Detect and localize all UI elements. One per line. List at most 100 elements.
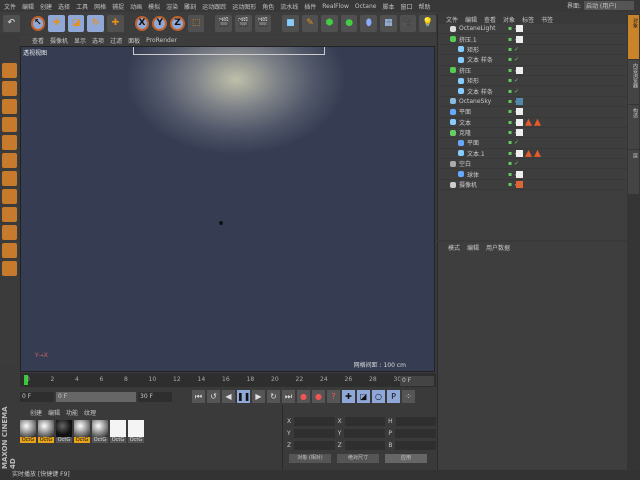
object-row[interactable]: 文本.1 ▪ ✓ xyxy=(438,149,627,160)
key-parameter-button[interactable]: P xyxy=(387,390,400,403)
apply-button[interactable]: 应用 xyxy=(385,454,427,463)
material-item[interactable]: OctG xyxy=(74,420,90,444)
warning-tag-icon[interactable] xyxy=(525,149,532,157)
menu-item[interactable]: 流水线 xyxy=(280,2,298,11)
menu-item[interactable]: 窗口 xyxy=(400,2,412,11)
range-slider[interactable]: 0 F xyxy=(56,391,136,402)
coord-field[interactable] xyxy=(395,416,436,426)
record-button[interactable]: ● xyxy=(297,390,310,403)
camera-icon[interactable]: 🎥 xyxy=(399,14,417,32)
select-tool-button[interactable]: ↖ xyxy=(30,15,46,31)
menu-item[interactable]: 文件 xyxy=(4,2,16,11)
menu-item[interactable]: 帮助 xyxy=(418,2,430,11)
viewport-menu-item[interactable]: 摄像机 xyxy=(50,36,68,45)
solo-icon[interactable] xyxy=(1,225,17,240)
interface-dropdown[interactable]: 启动 (用户) xyxy=(584,1,634,10)
material-item[interactable]: OctG xyxy=(56,420,72,444)
menu-item[interactable]: 模拟 xyxy=(148,2,160,11)
object-row[interactable]: 球体 ▪ ✓ xyxy=(438,169,627,180)
y-axis-button[interactable]: Y xyxy=(152,15,168,31)
menu-item[interactable]: 网格 xyxy=(94,2,106,11)
viewport-menu-item[interactable]: ProRender xyxy=(146,37,177,44)
coord-field[interactable] xyxy=(395,440,437,450)
floor-icon[interactable]: ▦ xyxy=(380,14,397,32)
visibility-check-icon[interactable]: ▪ ✓ xyxy=(508,77,519,84)
material-tag-icon[interactable] xyxy=(516,66,523,74)
visibility-check-icon[interactable]: ▪ ✓ xyxy=(508,88,519,95)
object-row[interactable]: 挤压.1 ▪ ✓ xyxy=(438,34,627,45)
menu-item[interactable]: 选择 xyxy=(58,2,70,11)
visibility-check-icon[interactable]: ▪ ✓ xyxy=(508,160,519,167)
viewport[interactable]: 透视视图 Y→X 网格间距 : 100 cm xyxy=(20,46,435,372)
axis-mode-icon[interactable] xyxy=(1,171,17,186)
cube-icon[interactable]: ■ xyxy=(282,14,299,32)
viewport-menu-item[interactable]: 选项 xyxy=(92,36,104,45)
keyframe-selection-button[interactable]: ? xyxy=(327,390,340,403)
material-item[interactable]: OctG xyxy=(110,420,126,444)
warning-tag-icon[interactable] xyxy=(534,118,541,126)
polygons-mode-icon[interactable] xyxy=(1,153,17,168)
coord-field[interactable] xyxy=(293,428,335,438)
material-menu-item[interactable]: 纹理 xyxy=(84,408,96,417)
viewport-menu-item[interactable]: 查看 xyxy=(32,36,44,45)
material-tag-icon[interactable] xyxy=(516,118,523,126)
array-icon[interactable]: ● xyxy=(340,14,358,32)
next-frame-button[interactable]: ▶ xyxy=(252,390,265,403)
object-row[interactable]: 文本 样条 ▪ ✓ xyxy=(438,86,627,97)
recent-tool-button[interactable]: ✚ xyxy=(107,14,124,32)
menu-item[interactable]: 运动图形 xyxy=(232,2,256,11)
key-scale-button[interactable]: ◪ xyxy=(357,390,370,403)
object-row[interactable]: 空白 ▪ ✓ xyxy=(438,159,627,170)
material-menu-item[interactable]: 创建 xyxy=(30,408,42,417)
object-menu-item[interactable]: 查看 xyxy=(484,15,496,24)
right-tab[interactable]: 内容浏览器 xyxy=(628,60,639,104)
object-row[interactable]: 平面 ▪ ✓ xyxy=(438,107,627,118)
visibility-check-icon[interactable]: ▪ ✓ xyxy=(508,46,519,53)
edges-mode-icon[interactable] xyxy=(1,135,17,150)
tweak-icon[interactable] xyxy=(1,189,17,204)
next-key-button[interactable]: ↻ xyxy=(267,390,280,403)
object-row[interactable]: 克隆 ▪ ✓ xyxy=(438,128,627,139)
material-tag-icon[interactable] xyxy=(516,149,523,157)
key-position-button[interactable]: ✚ xyxy=(342,390,355,403)
coord-field[interactable] xyxy=(344,440,386,450)
z-axis-button[interactable]: Z xyxy=(170,15,185,31)
material-item[interactable]: OctG xyxy=(92,420,108,444)
visibility-check-icon[interactable]: ▪ ✓ xyxy=(508,56,519,63)
size-mode-dropdown[interactable]: 绝对尺寸 xyxy=(337,454,379,463)
scene-object[interactable] xyxy=(219,221,223,225)
points-mode-icon[interactable] xyxy=(1,117,17,132)
menu-item[interactable]: 雕刻 xyxy=(184,2,196,11)
end-frame-field[interactable]: 0 F xyxy=(400,376,434,386)
render-view-button[interactable]: 🎬 xyxy=(215,14,232,32)
material-tag-icon[interactable] xyxy=(516,170,523,178)
coord-field[interactable] xyxy=(395,428,437,438)
menu-item[interactable]: 角色 xyxy=(262,2,274,11)
play-button[interactable]: ❚❚ xyxy=(237,390,250,403)
workplane-icon[interactable] xyxy=(1,99,17,114)
object-menu-item[interactable]: 文件 xyxy=(446,15,458,24)
coord-field[interactable] xyxy=(294,416,335,426)
model-mode-icon[interactable] xyxy=(1,63,17,78)
object-row[interactable]: 文本 ▪ ✓ xyxy=(438,118,627,128)
menu-item[interactable]: RealFlow xyxy=(322,3,349,10)
warning-tag-icon[interactable] xyxy=(534,149,541,157)
attribute-menu-item[interactable]: 编辑 xyxy=(467,243,479,252)
object-row[interactable]: OctaneSky ▪ ✓ xyxy=(438,97,627,108)
undo-button[interactable]: ↶ xyxy=(3,14,20,32)
menu-item[interactable]: 运动跟踪 xyxy=(202,2,226,11)
material-item[interactable]: OctG xyxy=(38,420,54,444)
object-row[interactable]: 矩形 ▪ ✓ xyxy=(438,76,627,87)
attribute-menu-item[interactable]: 模式 xyxy=(448,243,460,252)
object-menu-item[interactable]: 编辑 xyxy=(465,15,477,24)
viewport-menu-item[interactable]: 面板 xyxy=(128,36,140,45)
material-tag-icon[interactable] xyxy=(516,97,523,105)
grid-icon[interactable] xyxy=(1,261,17,276)
coord-mode-dropdown[interactable]: 对象 (相对) xyxy=(289,454,331,463)
visibility-check-icon[interactable]: ▪ ✓ xyxy=(508,139,519,146)
deformer-icon[interactable]: ⬮ xyxy=(360,14,378,32)
coord-field[interactable] xyxy=(344,416,386,426)
pen-icon[interactable]: ✎ xyxy=(301,14,319,32)
coord-field[interactable] xyxy=(344,428,386,438)
render-picture-viewer-button[interactable]: 🎬 xyxy=(234,14,252,32)
